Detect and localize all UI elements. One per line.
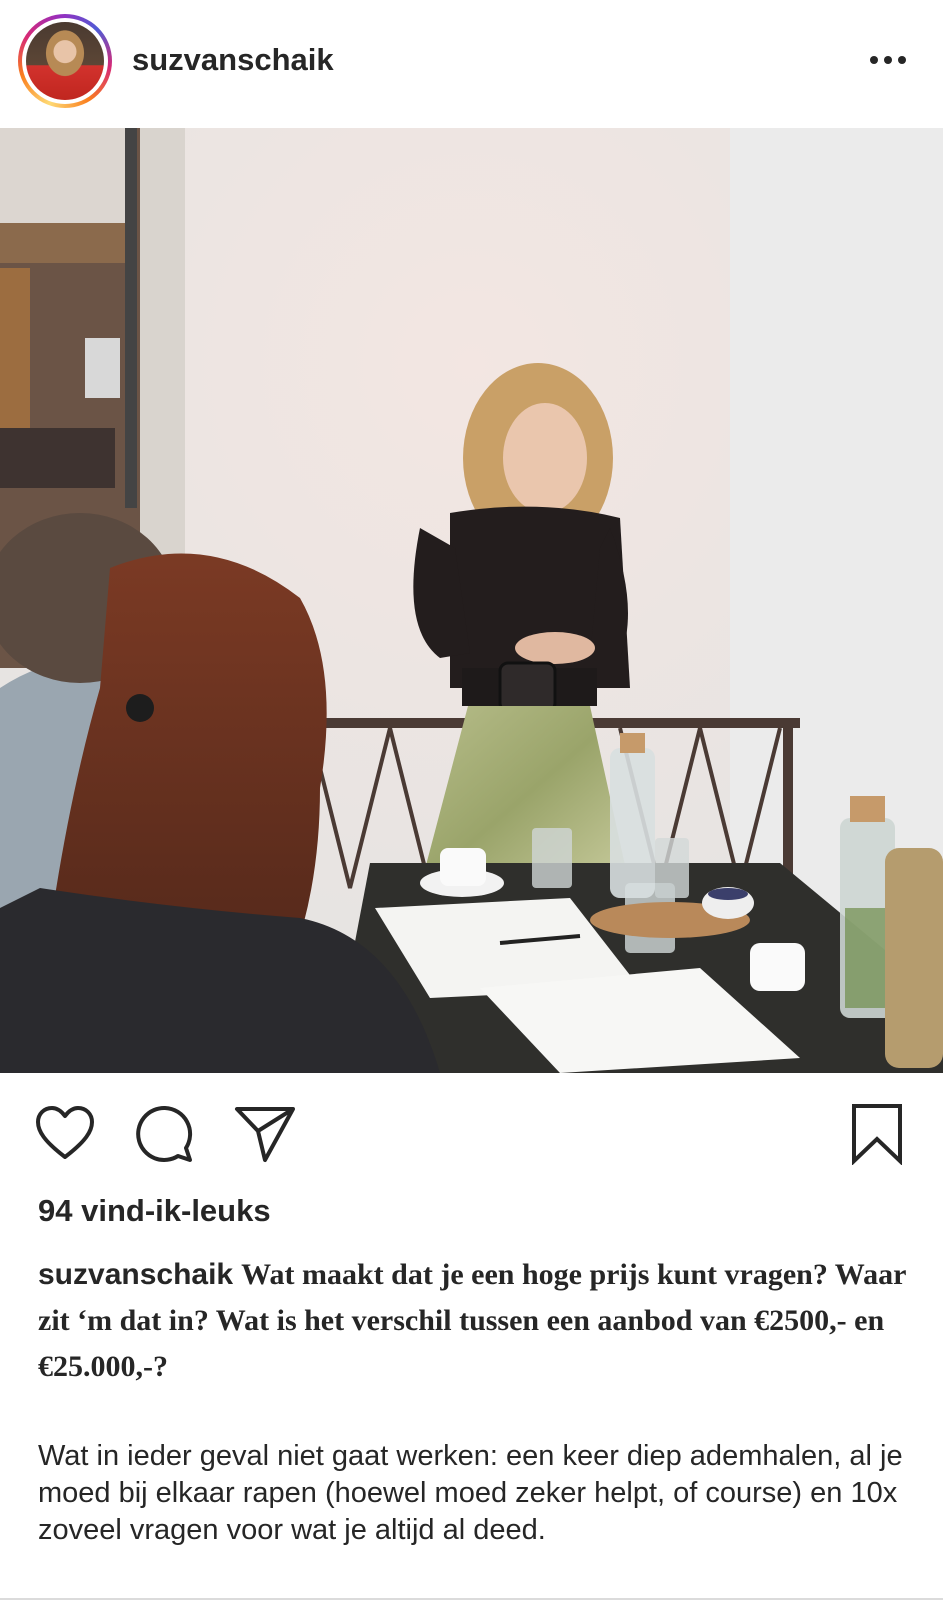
heart-icon[interactable] bbox=[34, 1103, 96, 1165]
post-header: suzvanschaik bbox=[0, 0, 943, 128]
post-photo-illustration bbox=[0, 128, 943, 1073]
more-options-icon[interactable] bbox=[868, 50, 908, 70]
send-icon[interactable] bbox=[234, 1103, 296, 1165]
story-ring[interactable] bbox=[18, 14, 112, 108]
comment-icon[interactable] bbox=[134, 1103, 196, 1165]
caption: suzvanschaik Wat maakt dat je een hoge p… bbox=[38, 1252, 918, 1390]
post-image[interactable] bbox=[0, 128, 943, 1073]
avatar[interactable] bbox=[26, 22, 104, 100]
post-username[interactable]: suzvanschaik bbox=[132, 42, 334, 78]
bookmark-icon[interactable] bbox=[846, 1103, 908, 1165]
caption-username[interactable]: suzvanschaik bbox=[38, 1258, 233, 1291]
caption-body: Wat in ieder geval niet gaat werken: een… bbox=[38, 1440, 903, 1546]
post-actions bbox=[0, 1073, 943, 1193]
like-count[interactable]: 94 vind-ik-leuks bbox=[38, 1193, 271, 1229]
avatar-frame bbox=[22, 18, 108, 104]
